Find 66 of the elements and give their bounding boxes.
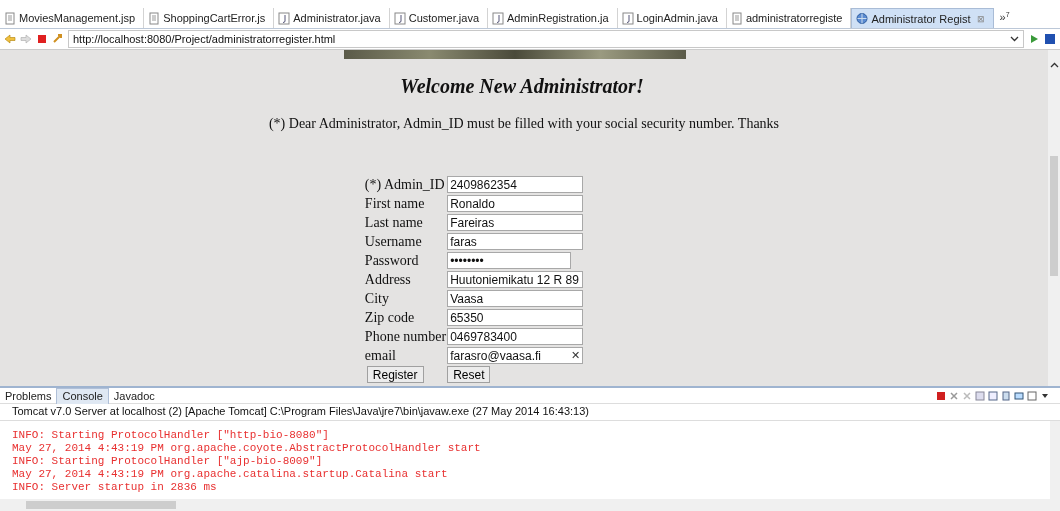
field-label: email	[364, 347, 397, 364]
input-field[interactable]: 65350	[447, 309, 584, 326]
clear-icon[interactable]: ✕	[571, 349, 581, 362]
input-field[interactable]: 0469783400	[447, 328, 584, 345]
editor-tab[interactable]: MoviesManagement.jsp	[0, 8, 145, 28]
url-field[interactable]: http://localhost:8080/Project/administratorregister.html	[68, 30, 1024, 48]
editor-tab[interactable]: Administrator Regist ⊠	[851, 8, 994, 28]
scroll-up-icon[interactable]	[1049, 62, 1059, 68]
panel-tab[interactable]: Problems	[0, 388, 57, 403]
field-label: Address	[364, 271, 412, 288]
stop-icon[interactable]	[36, 33, 48, 45]
caret-icon[interactable]	[1010, 36, 1019, 42]
field-label: Zip code	[364, 309, 416, 326]
page-heading: Welcome New Administrator!	[400, 75, 644, 98]
input-field[interactable]: farasro@vaasa.fi ✕	[447, 347, 584, 364]
input-field[interactable]: faras	[447, 233, 584, 250]
editor-tab[interactable]: AdminRegistration.ja	[488, 8, 618, 28]
console-line: May 27, 2014 4:43:19 PM org.apache.coyote.AbstractProtocolHandler start	[12, 442, 482, 455]
panel-tab[interactable]: Javadoc	[108, 388, 160, 403]
editor-tab[interactable]: Administrator.java	[274, 8, 390, 28]
input-field[interactable]: Huutoniemikatu 12 R 89	[447, 271, 584, 288]
go-icon[interactable]	[1028, 33, 1040, 45]
file-icon	[4, 11, 16, 25]
scrollbar[interactable]	[0, 499, 1060, 511]
field-label: Username	[364, 233, 423, 250]
console-line: INFO: Starting ProtocolHandler ["ajp-bio-8009"]	[12, 455, 324, 468]
file-icon	[148, 11, 161, 25]
console-line: INFO: Starting ProtocolHandler ["http-bio-8080"]	[12, 429, 330, 442]
file-icon	[278, 11, 291, 25]
field-label: (*) Admin_ID	[364, 176, 446, 193]
field-label: Password	[364, 252, 420, 269]
scrollbar[interactable]	[1050, 421, 1060, 499]
globe-icon	[856, 12, 869, 25]
scrollbar[interactable]	[1048, 50, 1060, 386]
input-field[interactable]: ••••••••	[447, 252, 572, 269]
reset-button[interactable]: Reset	[447, 366, 491, 383]
back-icon[interactable]	[4, 33, 16, 45]
scroll-thumb[interactable]	[26, 501, 176, 509]
panel-tab[interactable]: Console	[56, 387, 109, 404]
panel-icon[interactable]	[1044, 33, 1056, 45]
input-field[interactable]: 2409862354	[447, 176, 584, 193]
monitor-icon[interactable]	[1014, 390, 1024, 401]
editor-tab[interactable]: Customer.java	[389, 8, 489, 28]
more-tabs-button[interactable]: »$^{7}$	[993, 11, 1016, 23]
field-label: City	[364, 290, 390, 307]
clear-icon[interactable]	[962, 390, 972, 401]
field-label: Phone number	[364, 328, 447, 345]
editor-tab[interactable]: ShoppingCartError.js	[144, 8, 275, 28]
input-field[interactable]: Fareiras	[447, 214, 584, 231]
editor-tab[interactable]: LoginAdmin.java	[617, 8, 727, 28]
file-icon	[730, 11, 743, 25]
file-icon	[492, 11, 505, 25]
stop-icon[interactable]	[936, 390, 946, 401]
field-label: Last name	[364, 214, 424, 231]
input-field[interactable]: Ronaldo	[447, 195, 584, 212]
scroll-thumb[interactable]	[1050, 156, 1058, 276]
close-icon[interactable]	[949, 390, 959, 401]
forward-icon[interactable]	[20, 33, 32, 45]
console-line: May 27, 2014 4:43:19 PM org.apache.catalina.startup.Catalina start	[12, 468, 449, 481]
register-button[interactable]: Register	[366, 366, 424, 383]
input-field[interactable]: Vaasa	[447, 290, 584, 307]
file-icon	[393, 11, 406, 25]
field-label: First name	[364, 195, 426, 212]
console-line: INFO: Server startup in 2836 ms	[12, 481, 218, 494]
notice-text: (*) Dear Administrator, Admin_ID must be filled with your social security number. Thanks	[268, 116, 780, 132]
file-icon	[621, 11, 634, 25]
